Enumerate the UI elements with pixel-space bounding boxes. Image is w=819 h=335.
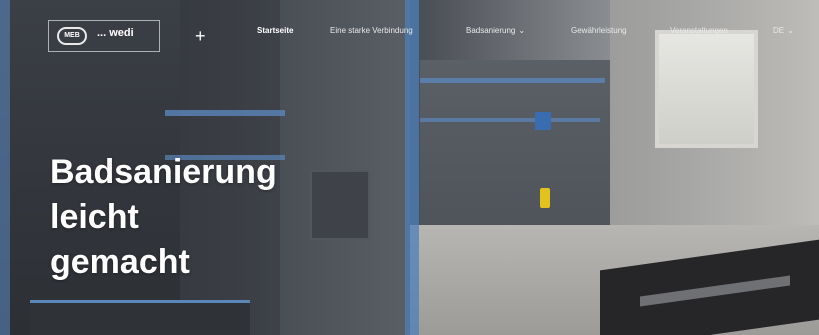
nav-item-badsanierung[interactable]: Badsanierung ⌄ xyxy=(466,26,525,35)
headline-line: Badsanierung xyxy=(50,153,277,191)
logo-badge: MEB xyxy=(57,27,87,45)
background-shelf xyxy=(165,110,285,116)
language-selector[interactable]: DE ⌄ xyxy=(773,26,794,35)
nav-item-gewaehrleistung[interactable]: Gewährleistung xyxy=(571,26,627,35)
chevron-down-icon: ⌄ xyxy=(787,26,794,35)
background-valve xyxy=(540,188,550,208)
nav-item-label: Startseite xyxy=(257,26,294,35)
nav-item-veranstaltungen[interactable]: Veranstaltungen xyxy=(670,26,728,35)
chevron-down-icon: ⌄ xyxy=(518,26,526,35)
background-floor-plate xyxy=(30,300,250,335)
logo-wordmark: ... wedi xyxy=(97,27,134,39)
background-control-panel xyxy=(535,112,551,130)
nav-item-label: Eine starke Verbindung xyxy=(330,26,413,35)
logo[interactable]: MEB ... wedi + xyxy=(48,20,206,52)
top-navigation: MEB ... wedi + Startseite Eine starke Ve… xyxy=(0,0,819,60)
plus-icon: + xyxy=(195,26,206,46)
background-rail xyxy=(420,118,600,122)
background-rail xyxy=(420,78,605,83)
nav-item-label: Badsanierung xyxy=(466,26,516,35)
nav-item-label: Veranstaltungen xyxy=(670,26,728,35)
nav-item-label: Gewährleistung xyxy=(571,26,627,35)
nav-item-startseite[interactable]: Startseite xyxy=(257,26,293,35)
language-label: DE xyxy=(773,26,785,35)
nav-item-verbindung[interactable]: Eine starke Verbindung xyxy=(330,26,413,35)
headline-line: gemacht xyxy=(50,243,190,281)
hero-banner: MEB ... wedi + Startseite Eine starke Ve… xyxy=(0,0,819,335)
headline-line: leicht xyxy=(50,198,139,236)
hero-headline: Badsanierung leicht gemacht xyxy=(50,150,350,285)
